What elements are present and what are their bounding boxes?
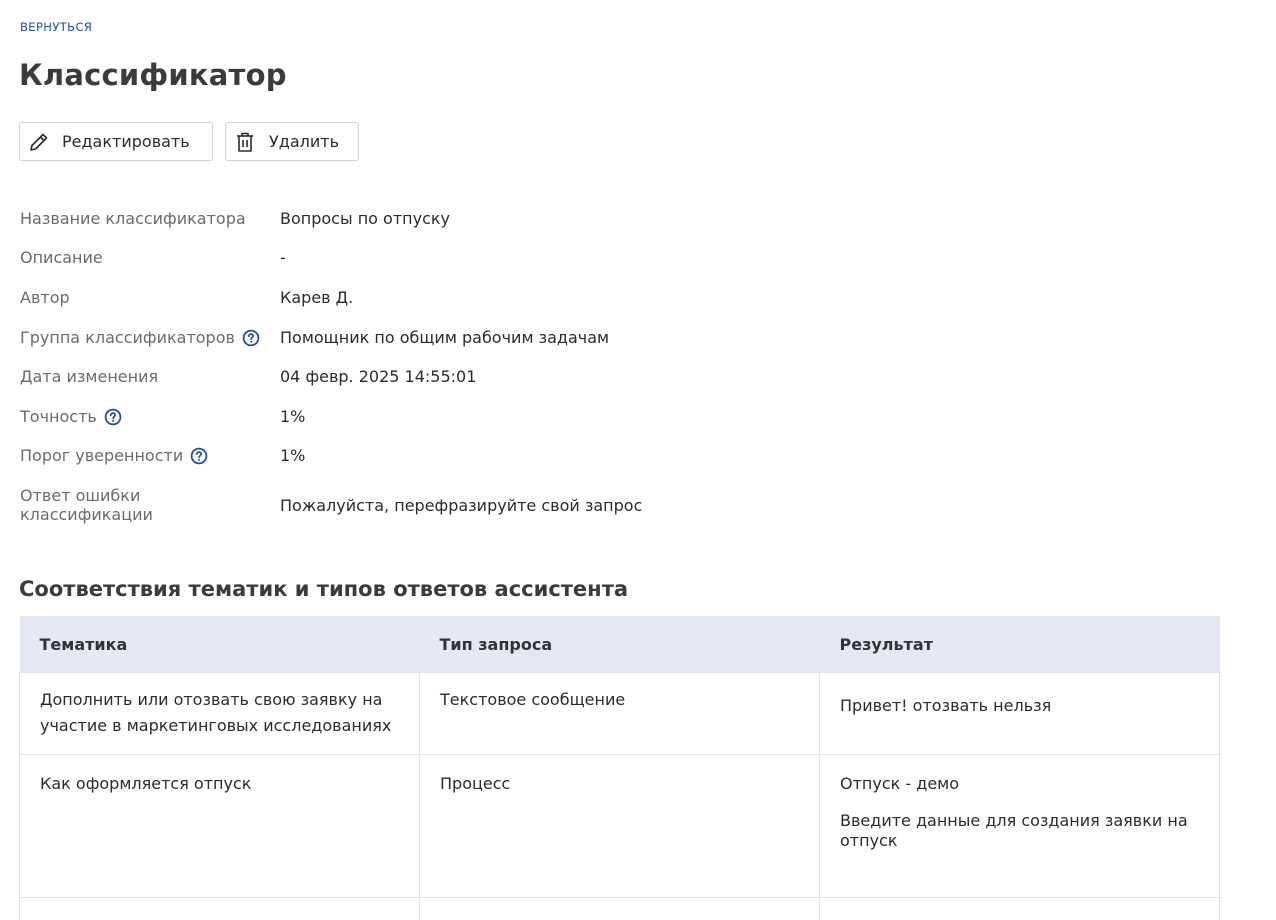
page: ВЕРНУТЬСЯ Классификатор Редактировать Уд… [0,0,1276,920]
property-label: Описание [20,248,103,267]
property-row-error-answer: Ответ ошибки классификации Пожалуйста, п… [20,486,920,524]
edit-button[interactable]: Редактировать [19,122,213,161]
property-row-name: Название классификатора Вопросы по отпус… [20,209,920,228]
property-label: Автор [20,288,70,307]
table-header-row: Тематика Тип запроса Результат [19,616,1220,673]
table-row[interactable] [19,897,1220,920]
result-text: Привет! отозвать нельзя [840,696,1052,715]
property-value: Карев Д. [280,288,354,307]
trash-icon [234,131,256,153]
property-row-description: Описание - [20,248,920,267]
property-label: Ответ ошибки классификации [20,486,153,524]
cell-type: Процесс [419,754,820,898]
result-text: Отпуск - демо [840,774,960,793]
page-title: Классификатор [19,58,287,92]
cell-result: Отпуск - демо Введите данные для создани… [819,754,1220,898]
delete-button-label: Удалить [269,132,339,151]
cell-type [419,897,820,920]
property-value: - [280,248,286,267]
property-value: Пожалуйста, перефразируйте свой запрос [280,495,643,515]
pencil-icon [28,131,50,153]
question-circle-icon[interactable] [190,447,208,465]
cell-topic: Как оформляется отпуск [19,754,420,898]
property-label-with-help: Порог уверенности [20,446,280,465]
result-text: Введите данные для создания заявки на от… [840,811,1188,850]
section-title: Соответствия тематик и типов ответов асс… [19,577,629,601]
question-circle-icon[interactable] [242,329,260,347]
property-label: Название классификатора [20,209,246,228]
table-row[interactable]: Дополнить или отозвать свою заявку на уч… [19,672,1220,755]
property-value: Вопросы по отпуску [280,209,450,228]
back-link[interactable]: ВЕРНУТЬСЯ [20,20,92,34]
delete-button[interactable]: Удалить [225,122,359,161]
column-header-topic: Тематика [19,616,420,673]
cell-topic [19,897,420,920]
property-row-author: Автор Карев Д. [20,288,920,307]
property-label-text: Группа классификаторов [20,328,235,347]
property-label-with-help: Группа классификаторов [20,328,280,347]
cell-result [819,897,1220,920]
property-row-accuracy: Точность 1% [20,407,920,426]
cell-type: Текстовое сообщение [419,672,820,755]
column-header-result: Результат [819,616,1220,673]
property-label-text: Порог уверенности [20,446,184,465]
cell-topic: Дополнить или отозвать свою заявку на уч… [19,672,420,755]
property-label: Дата изменения [20,367,159,386]
property-label-with-help: Точность [20,407,280,426]
mapping-table: Тематика Тип запроса Результат Дополнить… [19,616,1220,920]
property-row-group: Группа классификаторов Помощник по общим… [20,328,920,347]
property-row-threshold: Порог уверенности 1% [20,446,920,465]
cell-result: Привет! отозвать нельзя [819,672,1220,755]
property-value: 1% [280,407,306,426]
edit-button-label: Редактировать [62,132,190,151]
property-value: 1% [280,446,306,465]
property-value: 04 февр. 2025 14:55:01 [280,367,477,386]
table-row[interactable]: Как оформляется отпуск Процесс Отпуск - … [19,754,1220,898]
column-header-type: Тип запроса [419,616,820,673]
question-circle-icon[interactable] [104,408,122,426]
property-row-date: Дата изменения 04 февр. 2025 14:55:01 [20,367,920,386]
property-label-text: Точность [20,407,97,426]
property-value: Помощник по общим рабочим задачам [280,328,610,347]
